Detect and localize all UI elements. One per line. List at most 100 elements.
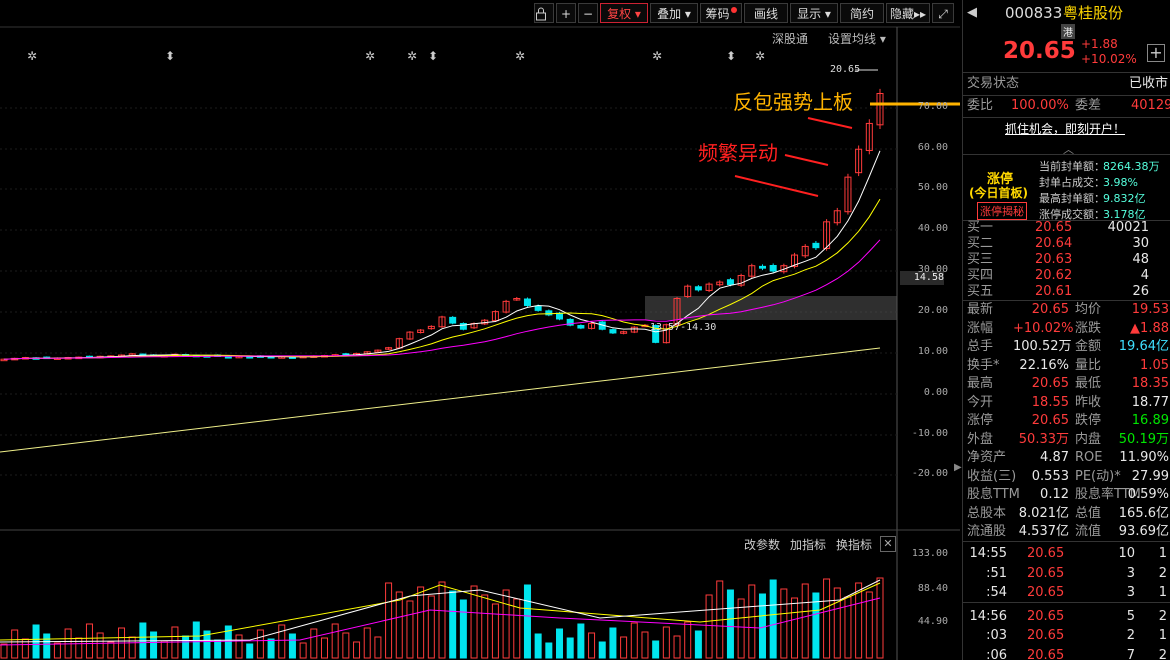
- volume-bar: [545, 642, 553, 659]
- volume-bar: [758, 593, 766, 659]
- stat-row: 总手 100.52万 金额 19.64亿: [967, 339, 1169, 354]
- add-indicator-button[interactable]: 加指标: [790, 536, 826, 553]
- status-value: 已收市: [1129, 76, 1169, 91]
- open-account-link[interactable]: 抓住机会，即刻开户！: [1005, 120, 1125, 137]
- volume-tick: 44.90: [917, 616, 948, 627]
- price-tick: 40.00: [917, 223, 948, 234]
- bid-row[interactable]: 买一 20.65 40021: [963, 220, 1170, 236]
- bid-row[interactable]: 买五 20.61 26: [963, 284, 1170, 300]
- ma-settings-link[interactable]: 设置均线 ▾: [828, 30, 886, 47]
- ma5-line: [3, 150, 881, 360]
- volume-bar: [588, 632, 596, 659]
- bid-row[interactable]: 买四 20.62 4: [963, 268, 1170, 284]
- volume-bar: [652, 640, 660, 659]
- diejia-button[interactable]: 叠加 ▾: [650, 3, 698, 23]
- volume-bar: [491, 603, 499, 659]
- volume-bar: [160, 640, 168, 659]
- volume-bar: [577, 623, 585, 659]
- volume-bar: [374, 636, 382, 659]
- volume-bar: [481, 594, 489, 659]
- ma-settings-label: 设置均线: [828, 32, 877, 46]
- zone-label: 13.57-14.30: [650, 322, 717, 333]
- price-tick: 50.00: [917, 182, 948, 193]
- lock-icon[interactable]: [534, 3, 554, 23]
- price-tick: 60.00: [917, 142, 948, 153]
- volume-bar: [598, 641, 606, 659]
- volume-bar: [363, 627, 371, 659]
- annotation-top: 反包强势上板: [733, 90, 853, 114]
- stock-name: 粤桂股份: [1063, 4, 1124, 22]
- volume-bar: [310, 628, 318, 659]
- candle-body: [449, 316, 457, 324]
- tick-row: :03 20.65 2 1: [986, 628, 1167, 643]
- zoom-in-icon[interactable]: +: [556, 3, 576, 23]
- event-marker: ✲: [27, 49, 37, 63]
- collapse-arrow-icon[interactable]: ▶: [954, 462, 962, 473]
- yincang-button[interactable]: 隐藏▸▸: [886, 3, 930, 23]
- fullscreen-icon[interactable]: ⤢: [932, 3, 954, 23]
- chouma-button[interactable]: 筹码: [700, 3, 742, 23]
- hk-tag: 港: [1061, 24, 1075, 39]
- volume-bar: [812, 592, 820, 659]
- quote-panel: ◀ 000833 粤桂股份 港 20.65 +1.88 +10.02% + 交易…: [962, 0, 1170, 660]
- volume-bar: [288, 633, 296, 659]
- zoom-out-icon[interactable]: −: [578, 3, 598, 23]
- volume-bar: [331, 623, 339, 659]
- bid-row[interactable]: 买二 20.64 30: [963, 236, 1170, 252]
- candle-body: [726, 279, 734, 286]
- price-tick: 30.00: [917, 264, 948, 275]
- tick-row: 14:55 20.65 10 1: [969, 546, 1167, 561]
- back-arrow-icon[interactable]: ◀: [967, 3, 977, 23]
- price-tick: -20.00: [911, 468, 948, 479]
- stat-row: 净资产 4.87 ROE 11.90%: [967, 450, 1169, 465]
- volume-bar: [630, 622, 638, 659]
- fuquan-button[interactable]: 复权 ▾: [600, 3, 648, 23]
- volume-bar: [566, 637, 574, 659]
- volume-bar: [780, 588, 788, 659]
- last-price: 20.65: [1003, 38, 1076, 64]
- candle-body: [609, 329, 617, 334]
- yincang-label: 隐藏: [889, 7, 914, 21]
- volume-bar: [769, 579, 777, 659]
- kline-chart-area[interactable]: ✲ ⬍ ✲ ✲ ⬍ ✲ ✲ ⬍ ✲ + − 复权 ▾ 叠加 ▾ 筹码 画线 显示 ▾ 简约 隐藏…: [0, 0, 962, 660]
- volume-bar: [684, 621, 692, 659]
- high-price-label: 20.65: [830, 64, 861, 75]
- candle-body: [534, 305, 542, 311]
- candle-body: [556, 312, 564, 320]
- volume-bar: [855, 582, 863, 659]
- volume-bar: [865, 591, 873, 659]
- event-marker: ⬍: [726, 49, 736, 63]
- param-button[interactable]: 改参数: [744, 536, 780, 553]
- huaxian-button[interactable]: 画线: [744, 3, 788, 23]
- xianshi-button[interactable]: 显示 ▾: [790, 3, 838, 23]
- bid-row[interactable]: 买三 20.63 48: [963, 252, 1170, 268]
- event-marker: ✲: [407, 49, 417, 63]
- volume-tick: 88.40: [917, 583, 948, 594]
- volume-bar: [470, 585, 478, 659]
- event-marker: ⬍: [165, 49, 175, 63]
- volume-bar: [801, 583, 809, 659]
- stat-row: 股息TTM 0.12 股息率TTM 0.59%: [967, 487, 1169, 502]
- stock-code: 000833: [1005, 4, 1063, 22]
- shengutong-link[interactable]: 深股通: [772, 30, 808, 47]
- volume-bar: [449, 590, 457, 659]
- switch-indicator-button[interactable]: 换指标: [836, 536, 872, 553]
- volume-bar: [128, 636, 136, 659]
- stat-row: 涨幅 +10.02% 涨跌 ▲1.88: [967, 320, 1169, 336]
- volume-bar: [673, 635, 681, 659]
- volume-bar: [620, 636, 628, 659]
- price-tick: 10.00: [917, 346, 948, 357]
- event-marker: ✲: [755, 49, 765, 63]
- volume-bar: [876, 577, 884, 659]
- volume-bar: [342, 632, 350, 659]
- volume-bar: [662, 626, 670, 659]
- close-icon[interactable]: ✕: [880, 536, 896, 552]
- volume-bar: [214, 639, 222, 659]
- add-watch-icon[interactable]: +: [1147, 44, 1165, 62]
- volume-bar: [43, 633, 51, 659]
- jianyue-button[interactable]: 简约: [840, 3, 884, 23]
- annotation-arrow-1: [807, 117, 853, 129]
- volume-bar: [0, 643, 8, 659]
- volume-bar: [246, 643, 254, 659]
- volume-bar: [823, 578, 831, 659]
